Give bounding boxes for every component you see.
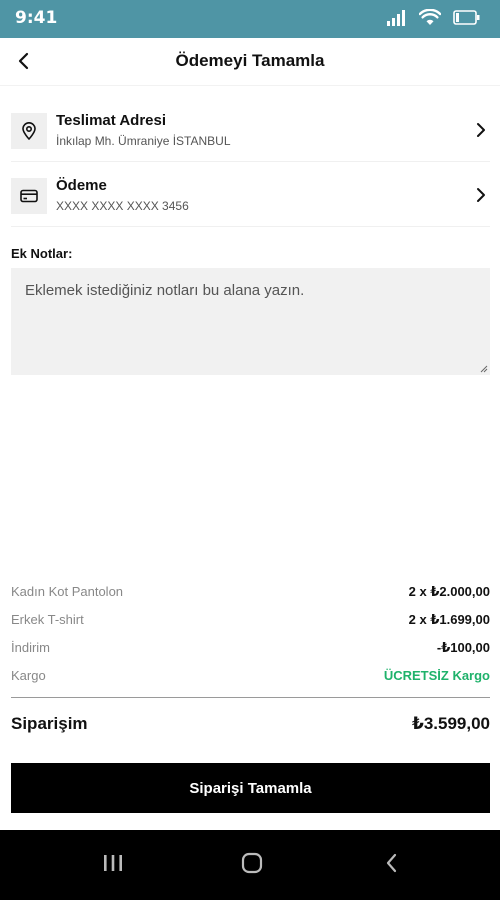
- complete-order-button[interactable]: Siparişi Tamamla: [11, 763, 490, 813]
- status-time: 9:41: [15, 8, 58, 28]
- discount-label: İndirim: [11, 640, 51, 655]
- delivery-address-title: Teslimat Adresi: [56, 112, 167, 129]
- summary-item-value: 2 x ₺2.000,00: [408, 584, 490, 599]
- shipping-label: Kargo: [11, 668, 46, 683]
- summary-item-label: Erkek T-shirt: [11, 612, 84, 627]
- status-icons: [387, 9, 480, 26]
- status-bar: 9:41: [0, 0, 500, 38]
- resize-grip-icon[interactable]: [480, 365, 488, 373]
- wifi-icon: [419, 9, 441, 25]
- battery-icon: [453, 10, 480, 25]
- page-title: Ödemeyi Tamamla: [175, 51, 325, 70]
- payment-title: Ödeme: [56, 177, 107, 194]
- discount-value: -₺100,00: [436, 640, 490, 655]
- location-pin-icon: [11, 113, 47, 149]
- credit-card-icon: [11, 178, 47, 214]
- summary-item-label: Kadın Kot Pantolon: [11, 584, 124, 599]
- delivery-address-text: İnkılap Mh. Ümraniye İSTANBUL: [56, 134, 231, 148]
- delivery-address-row[interactable]: Teslimat Adresi İnkılap Mh. Ümraniye İST…: [11, 98, 490, 162]
- notes-label: Ek Notlar:: [11, 246, 73, 261]
- chevron-right-icon: [477, 123, 485, 137]
- home-icon[interactable]: [237, 848, 267, 878]
- divider: [11, 697, 490, 698]
- masked-card-number: XXXX XXXX XXXX 3456: [56, 199, 189, 213]
- chevron-right-icon: [477, 188, 485, 202]
- top-app-bar: Ödemeyi Tamamla: [0, 38, 500, 86]
- order-total-value: ₺3.599,00: [411, 714, 490, 733]
- signal-icon: [387, 9, 405, 26]
- back-nav-icon[interactable]: [377, 848, 407, 878]
- summary-item-value: 2 x ₺1.699,00: [408, 612, 490, 627]
- recent-apps-icon[interactable]: [98, 848, 128, 878]
- order-total-label: Siparişim: [11, 714, 88, 733]
- payment-row[interactable]: Ödeme XXXX XXXX XXXX 3456: [11, 163, 490, 227]
- notes-textarea[interactable]: [11, 268, 490, 375]
- system-nav-bar: [0, 830, 500, 900]
- free-shipping-value: ÜCRETSİZ Kargo: [383, 668, 490, 683]
